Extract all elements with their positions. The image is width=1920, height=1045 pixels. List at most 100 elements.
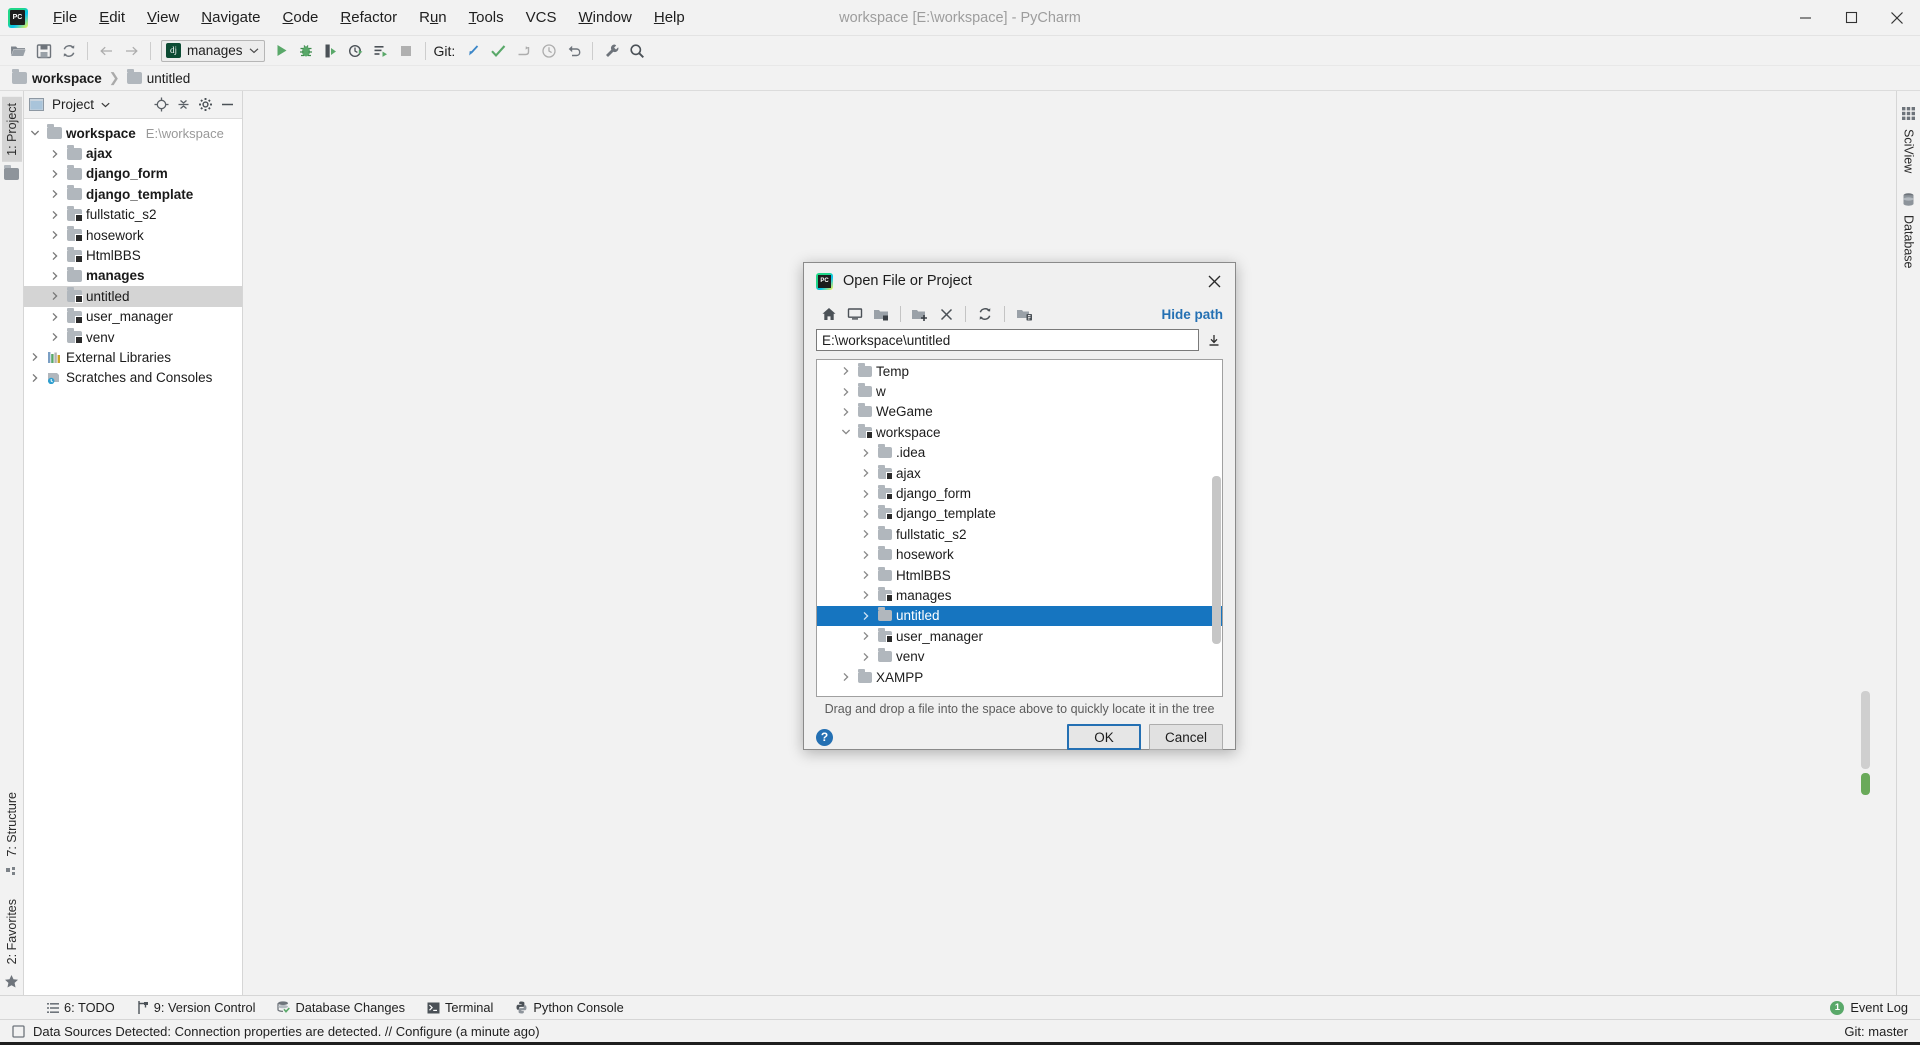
chevron-right-icon[interactable] bbox=[50, 291, 63, 301]
dialog-tree-row[interactable]: fullstatic_s2 bbox=[817, 524, 1222, 544]
chevron-right-icon[interactable] bbox=[30, 352, 43, 362]
run-icon[interactable] bbox=[269, 39, 294, 63]
run-coverage-icon[interactable] bbox=[319, 39, 344, 63]
open-folder-icon[interactable] bbox=[6, 39, 31, 63]
event-log-area[interactable]: 1 Event Log bbox=[1830, 1000, 1920, 1015]
chevron-right-icon[interactable] bbox=[50, 169, 63, 179]
commit-icon[interactable] bbox=[486, 39, 511, 63]
editor-scrollbar-marker[interactable] bbox=[1861, 773, 1870, 795]
dialog-tree-row[interactable]: venv bbox=[817, 646, 1222, 666]
chevron-right-icon[interactable] bbox=[861, 611, 875, 621]
help-button[interactable]: ? bbox=[816, 728, 833, 746]
delete-icon[interactable] bbox=[933, 302, 959, 326]
dialog-tree-row[interactable]: HtmlBBS bbox=[817, 565, 1222, 585]
chevron-right-icon[interactable] bbox=[841, 672, 855, 682]
refresh-icon[interactable] bbox=[972, 302, 998, 326]
chevron-right-icon[interactable] bbox=[50, 230, 63, 240]
chevron-down-icon[interactable] bbox=[30, 128, 43, 138]
chevron-right-icon[interactable] bbox=[50, 189, 63, 199]
minimize-button[interactable] bbox=[1782, 0, 1828, 36]
chevron-right-icon[interactable] bbox=[861, 631, 875, 641]
tool-window-python-console[interactable]: Python Console bbox=[504, 998, 634, 1017]
path-input[interactable] bbox=[816, 329, 1199, 351]
editor-scrollbar[interactable] bbox=[1861, 691, 1870, 769]
menu-vcs[interactable]: VCS bbox=[515, 5, 568, 30]
chevron-right-icon[interactable] bbox=[861, 529, 875, 539]
dialog-tree-row[interactable]: user_manager bbox=[817, 626, 1222, 646]
chevron-right-icon[interactable] bbox=[861, 570, 875, 580]
sidebar-item-sciview[interactable]: SciView bbox=[1899, 123, 1919, 179]
dialog-tree-scrollbar[interactable] bbox=[1212, 476, 1221, 644]
dialog-close-button[interactable] bbox=[1197, 266, 1231, 296]
menu-window[interactable]: Window bbox=[568, 5, 643, 30]
menu-file[interactable]: File bbox=[42, 5, 88, 30]
run-with-console-icon[interactable] bbox=[369, 39, 394, 63]
dialog-tree-row[interactable]: django_form bbox=[817, 483, 1222, 503]
tool-window-database-changes[interactable]: Database Changes bbox=[266, 998, 416, 1017]
menu-edit[interactable]: Edit bbox=[88, 5, 136, 30]
project-tree-row[interactable]: HtmlBBS bbox=[24, 245, 242, 265]
sync-refresh-icon[interactable] bbox=[56, 39, 81, 63]
save-all-icon[interactable] bbox=[31, 39, 56, 63]
chevron-right-icon[interactable] bbox=[861, 468, 875, 478]
menu-code[interactable]: Code bbox=[272, 5, 330, 30]
chevron-down-icon[interactable] bbox=[841, 427, 855, 437]
project-tree-row[interactable]: Scratches and Consoles bbox=[24, 368, 242, 388]
chevron-right-icon[interactable] bbox=[50, 210, 63, 220]
dialog-tree-row[interactable]: .idea bbox=[817, 443, 1222, 463]
dialog-tree-row[interactable]: hosework bbox=[817, 545, 1222, 565]
chevron-right-icon[interactable] bbox=[861, 652, 875, 662]
project-tree-row[interactable]: External Libraries bbox=[24, 347, 242, 367]
sidebar-item-structure[interactable]: 7: Structure bbox=[2, 786, 22, 863]
project-tree-row[interactable]: django_form bbox=[24, 164, 242, 184]
project-tree-row[interactable]: user_manager bbox=[24, 307, 242, 327]
history-icon[interactable] bbox=[536, 39, 561, 63]
breadcrumb-item-untitled[interactable]: untitled bbox=[126, 69, 190, 86]
menu-tools[interactable]: Tools bbox=[458, 5, 515, 30]
tool-window-version-control[interactable]: 9: Version Control bbox=[126, 998, 267, 1017]
project-tree-row[interactable]: manages bbox=[24, 266, 242, 286]
project-dir-icon[interactable] bbox=[868, 302, 894, 326]
project-tree-row[interactable]: venv bbox=[24, 327, 242, 347]
menu-run[interactable]: Run bbox=[408, 5, 458, 30]
locate-target-icon[interactable] bbox=[151, 95, 171, 115]
dialog-tree-row[interactable]: Temp bbox=[817, 361, 1222, 381]
search-everywhere-icon[interactable] bbox=[624, 39, 649, 63]
gear-icon[interactable] bbox=[195, 95, 215, 115]
chevron-right-icon[interactable] bbox=[841, 366, 855, 376]
stop-icon[interactable] bbox=[394, 39, 419, 63]
ok-button[interactable]: OK bbox=[1067, 724, 1141, 750]
menu-view[interactable]: View bbox=[136, 5, 190, 30]
chevron-right-icon[interactable] bbox=[861, 550, 875, 560]
sidebar-item-favorites[interactable]: 2: Favorites bbox=[2, 893, 22, 970]
project-tree-row[interactable]: untitled bbox=[24, 286, 242, 307]
profile-icon[interactable] bbox=[344, 39, 369, 63]
chevron-right-icon[interactable] bbox=[861, 489, 875, 499]
project-tree-row[interactable]: workspace E:\workspace bbox=[24, 123, 242, 143]
project-tree-row[interactable]: fullstatic_s2 bbox=[24, 205, 242, 225]
update-project-icon[interactable] bbox=[461, 39, 486, 63]
dialog-tree-row[interactable]: XAMPP bbox=[817, 667, 1222, 687]
push-icon[interactable] bbox=[511, 39, 536, 63]
chevron-right-icon[interactable] bbox=[841, 387, 855, 397]
maximize-button[interactable] bbox=[1828, 0, 1874, 36]
chevron-right-icon[interactable] bbox=[861, 509, 875, 519]
menu-help[interactable]: Help bbox=[643, 5, 696, 30]
chevron-right-icon[interactable] bbox=[861, 448, 875, 458]
new-folder-icon[interactable] bbox=[907, 302, 933, 326]
project-tree-row[interactable]: hosework bbox=[24, 225, 242, 245]
dialog-tree-row[interactable]: w bbox=[817, 381, 1222, 401]
forward-arrow-icon[interactable] bbox=[119, 39, 144, 63]
chevron-right-icon[interactable] bbox=[50, 149, 63, 159]
rollback-icon[interactable] bbox=[561, 39, 586, 63]
dialog-tree-row[interactable]: workspace bbox=[817, 422, 1222, 442]
dialog-tree-row[interactable]: django_template bbox=[817, 504, 1222, 524]
show-hidden-files-icon[interactable] bbox=[1011, 302, 1037, 326]
chevron-right-icon[interactable] bbox=[50, 332, 63, 342]
dialog-tree-row[interactable]: manages bbox=[817, 585, 1222, 605]
menu-navigate[interactable]: Navigate bbox=[190, 5, 271, 30]
dialog-tree-row[interactable]: ajax bbox=[817, 463, 1222, 483]
chevron-right-icon[interactable] bbox=[50, 251, 63, 261]
debug-icon[interactable] bbox=[294, 39, 319, 63]
close-button[interactable] bbox=[1874, 0, 1920, 36]
